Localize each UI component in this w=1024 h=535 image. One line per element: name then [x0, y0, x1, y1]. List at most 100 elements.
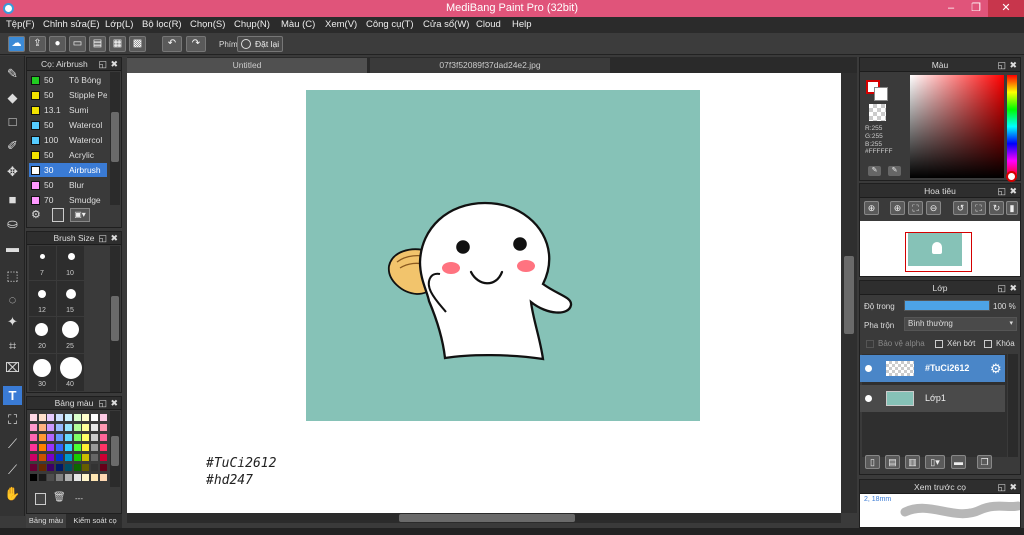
hue-slider[interactable] — [1007, 75, 1017, 178]
new-palette-icon[interactable] — [35, 493, 46, 505]
message-icon[interactable]: ▭ — [69, 36, 86, 52]
palette-color-swatch[interactable] — [64, 454, 72, 461]
palette-color-swatch[interactable] — [47, 414, 55, 421]
layer-row-selected[interactable]: #TuCi2612 ⚙ — [860, 355, 1005, 382]
palette-color-swatch[interactable] — [82, 424, 90, 431]
operation-tool-icon[interactable]: ⛶ — [3, 410, 22, 429]
transparent-swatch[interactable] — [869, 104, 886, 121]
saturation-value-field[interactable] — [910, 75, 1004, 178]
undo-icon[interactable]: ↶ — [162, 36, 182, 52]
undock-icon[interactable]: ◱ — [98, 58, 107, 71]
palette-color-swatch[interactable] — [82, 464, 90, 471]
new-layer-menu-icon[interactable]: ▯▾ — [925, 455, 945, 469]
navigator-preview[interactable] — [860, 221, 1020, 276]
brush-item[interactable]: 30 Airbrush — [29, 163, 107, 177]
palette-color-swatch[interactable] — [82, 474, 90, 481]
palette-color-swatch[interactable] — [56, 474, 64, 481]
palette-color-swatch[interactable] — [73, 444, 81, 451]
palette-color-swatch[interactable] — [47, 434, 55, 441]
palette-color-swatch[interactable] — [90, 454, 98, 461]
lasso-tool-icon[interactable]: ◌ — [3, 290, 22, 309]
visibility-eye-icon[interactable] — [865, 365, 872, 372]
layer-row[interactable]: Lớp1 — [860, 385, 1005, 412]
palette-color-swatch[interactable] — [90, 424, 98, 431]
background-color-swatch[interactable] — [874, 87, 888, 101]
document-icon[interactable]: ▤ — [89, 36, 106, 52]
panel-close-icon[interactable]: ✖ — [110, 58, 118, 71]
brush-menu-icon[interactable]: ▣▾ — [70, 208, 90, 222]
panel-close-icon[interactable]: ✖ — [1009, 480, 1017, 494]
horizontal-scrollbar[interactable] — [127, 513, 841, 523]
menu-capture[interactable]: Chụp(N) — [234, 19, 270, 30]
brush-item[interactable]: 50 Acrylic — [29, 148, 107, 162]
blend-mode-select[interactable]: Bình thường ▾ — [904, 317, 1017, 331]
rotate-left-icon[interactable]: ↺ — [953, 201, 968, 215]
panel-close-icon[interactable]: ✖ — [110, 397, 118, 410]
lock-checkbox[interactable] — [984, 340, 992, 348]
hue-slider-handle[interactable] — [1006, 171, 1017, 182]
palette-color-swatch[interactable] — [47, 424, 55, 431]
tab-brush-control[interactable]: Kiểm soát cọ — [68, 514, 122, 528]
brush-item[interactable]: 70 Smudge — [29, 193, 107, 207]
maximize-button[interactable]: ❐ — [965, 0, 987, 17]
palette-color-swatch[interactable] — [38, 414, 46, 421]
palette-color-swatch[interactable] — [47, 454, 55, 461]
menu-tools[interactable]: Công cụ(T) — [366, 19, 414, 30]
palette-color-swatch[interactable] — [90, 414, 98, 421]
magic-wand-icon[interactable]: ✦ — [3, 312, 22, 331]
flip-icon[interactable]: ▮ — [1006, 201, 1018, 215]
palette-color-swatch[interactable] — [82, 414, 90, 421]
close-button[interactable]: ✕ — [988, 0, 1024, 17]
palette-color-swatch[interactable] — [64, 444, 72, 451]
palette-color-swatch[interactable] — [99, 454, 107, 461]
delete-palette-icon[interactable]: 🗑 — [53, 492, 66, 505]
cloud-icon[interactable]: ☁ — [8, 36, 25, 52]
tiles-icon[interactable]: ▩ — [129, 36, 146, 52]
panel-close-icon[interactable]: ✖ — [110, 232, 118, 245]
reset-button[interactable]: Đặt lại — [237, 36, 283, 52]
palette-color-swatch[interactable] — [90, 434, 98, 441]
menu-color[interactable]: Màu (C) — [281, 19, 315, 30]
brush-item[interactable]: 50 Blur — [29, 178, 107, 192]
palette-color-swatch[interactable] — [30, 444, 37, 451]
menu-layer[interactable]: Lớp(L) — [105, 19, 133, 30]
palette-color-swatch[interactable] — [47, 474, 55, 481]
palette-add-button[interactable]: ✎ — [888, 166, 901, 176]
upload-icon[interactable]: ⇪ — [29, 36, 46, 52]
eraser-tool-icon[interactable]: ◆ — [3, 88, 22, 107]
palette-color-swatch[interactable] — [38, 454, 46, 461]
menu-select[interactable]: Chọn(S) — [190, 19, 225, 30]
opacity-slider[interactable] — [904, 300, 990, 311]
palette-color-swatch[interactable] — [38, 444, 46, 451]
palette-color-swatch[interactable] — [56, 444, 64, 451]
palette-color-swatch[interactable] — [90, 464, 98, 471]
palette-color-swatch[interactable] — [56, 464, 64, 471]
palette-color-swatch[interactable] — [64, 474, 72, 481]
brush-item[interactable]: 100 Watercol — [29, 133, 107, 147]
palette-color-swatch[interactable] — [82, 444, 90, 451]
palette-color-swatch[interactable] — [56, 434, 64, 441]
palette-color-swatch[interactable] — [73, 474, 81, 481]
palette-color-swatch[interactable] — [64, 434, 72, 441]
palette-color-swatch[interactable] — [82, 454, 90, 461]
menu-help[interactable]: Help — [512, 19, 532, 30]
palette-color-swatch[interactable] — [38, 434, 46, 441]
select-pen-icon[interactable]: ⌗ — [3, 336, 22, 355]
brush-item[interactable]: 50 Stipple Pe — [29, 88, 107, 102]
undock-icon[interactable]: ◱ — [997, 184, 1006, 198]
palette-color-swatch[interactable] — [99, 434, 107, 441]
palette-color-swatch[interactable] — [99, 474, 107, 481]
layer-scrollbar[interactable] — [1008, 354, 1018, 457]
fit-window-icon[interactable]: ⛶ — [908, 201, 923, 215]
palette-color-swatch[interactable] — [30, 464, 37, 471]
brush-item[interactable]: 50 Watercol — [29, 118, 107, 132]
palette-color-swatch[interactable] — [90, 474, 98, 481]
palette-color-swatch[interactable] — [73, 434, 81, 441]
bucket-tool-icon[interactable]: ⛀ — [3, 214, 22, 233]
new-layer-icon[interactable]: ▯ — [865, 455, 880, 469]
new-brush-icon[interactable] — [52, 208, 64, 222]
palette-color-swatch[interactable] — [30, 454, 37, 461]
palette-color-swatch[interactable] — [99, 444, 107, 451]
palette-color-swatch[interactable] — [30, 474, 37, 481]
gradient-tool-icon[interactable]: ▬ — [3, 238, 22, 257]
